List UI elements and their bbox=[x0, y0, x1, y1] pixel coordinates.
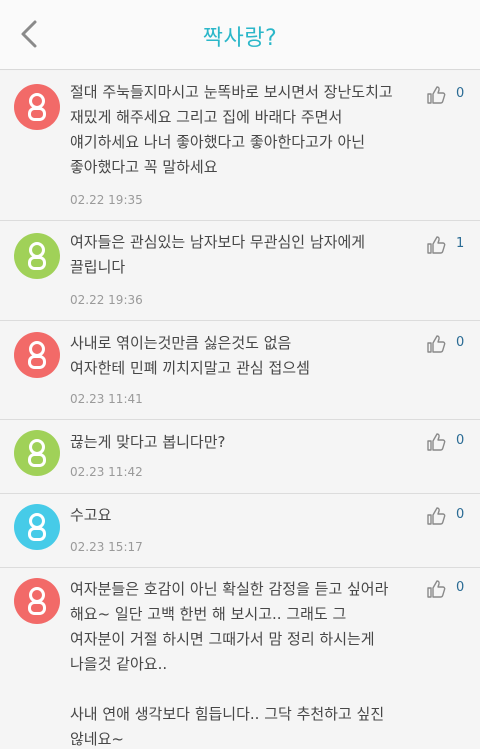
user-icon bbox=[28, 587, 46, 615]
comment-text: 여자들은 관심있는 남자보다 무관심인 남자에게 끌립니다 bbox=[70, 233, 366, 276]
user-icon bbox=[28, 93, 46, 121]
like-button[interactable]: 0 bbox=[426, 506, 466, 530]
comment-text: 끊는게 맞다고 봅니다만? bbox=[70, 433, 226, 451]
comment-text: 여자분들은 호감이 아닌 확실한 감정을 듣고 싶어라 해요~ 일단 고백 한번… bbox=[70, 580, 389, 748]
like-button[interactable]: 0 bbox=[426, 85, 466, 109]
user-icon bbox=[28, 341, 46, 369]
avatar bbox=[14, 84, 60, 130]
like-button[interactable]: 0 bbox=[426, 579, 466, 603]
comment-text: 수고요 bbox=[70, 506, 112, 524]
avatar bbox=[14, 430, 60, 476]
comment-item: 여자분들은 호감이 아닌 확실한 감정을 듣고 싶어라 해요~ 일단 고백 한번… bbox=[0, 568, 480, 749]
user-icon bbox=[28, 513, 46, 541]
comment-text: 사내로 엮이는것만큼 싫은것도 없음 여자한테 민폐 끼치지말고 관심 접으셈 bbox=[70, 334, 310, 377]
like-button[interactable]: 0 bbox=[426, 334, 466, 358]
like-count: 0 bbox=[456, 335, 465, 350]
comment-item: 끊는게 맞다고 봅니다만? 02.23 11:42 0 bbox=[0, 420, 480, 494]
comment-item: 사내로 엮이는것만큼 싫은것도 없음 여자한테 민폐 끼치지말고 관심 접으셈 … bbox=[0, 321, 480, 420]
comment-time: 02.23 11:42 bbox=[70, 465, 143, 479]
like-count: 0 bbox=[456, 507, 465, 522]
comment-time: 02.22 19:35 bbox=[70, 193, 143, 207]
like-count: 0 bbox=[456, 86, 465, 101]
comment-time: 02.22 19:36 bbox=[70, 293, 143, 307]
user-icon bbox=[28, 439, 46, 467]
thumbs-up-icon bbox=[426, 432, 446, 452]
comment-item: 절대 주눅들지마시고 눈똑바로 보시면서 장난도치고 재밌게 해주세요 그리고 … bbox=[0, 71, 480, 221]
thumbs-up-icon bbox=[426, 334, 446, 354]
like-count: 0 bbox=[456, 433, 465, 448]
comment-time: 02.23 15:17 bbox=[70, 540, 143, 554]
comment-text: 절대 주눅들지마시고 눈똑바로 보시면서 장난도치고 재밌게 해주세요 그리고 … bbox=[70, 83, 393, 176]
comment-time: 02.23 11:41 bbox=[70, 392, 143, 406]
like-button[interactable]: 1 bbox=[426, 235, 466, 259]
avatar bbox=[14, 332, 60, 378]
like-count: 1 bbox=[456, 236, 465, 251]
comment-item: 여자들은 관심있는 남자보다 무관심인 남자에게 끌립니다 02.22 19:3… bbox=[0, 221, 480, 321]
thumbs-up-icon bbox=[426, 579, 446, 599]
page-title: 짝사랑? bbox=[202, 26, 278, 51]
thumbs-up-icon bbox=[426, 85, 446, 105]
avatar bbox=[14, 504, 60, 550]
like-count: 0 bbox=[456, 580, 465, 595]
avatar bbox=[14, 578, 60, 624]
thumbs-up-icon bbox=[426, 506, 446, 526]
comment-item: 수고요 02.23 15:17 0 bbox=[0, 494, 480, 568]
user-icon bbox=[28, 242, 46, 270]
avatar bbox=[14, 233, 60, 279]
comment-list: 절대 주눅들지마시고 눈똑바로 보시면서 장난도치고 재밌게 해주세요 그리고 … bbox=[0, 71, 480, 749]
thumbs-up-icon bbox=[426, 235, 446, 255]
app-header: 짝사랑? bbox=[0, 0, 480, 70]
like-button[interactable]: 0 bbox=[426, 432, 466, 456]
